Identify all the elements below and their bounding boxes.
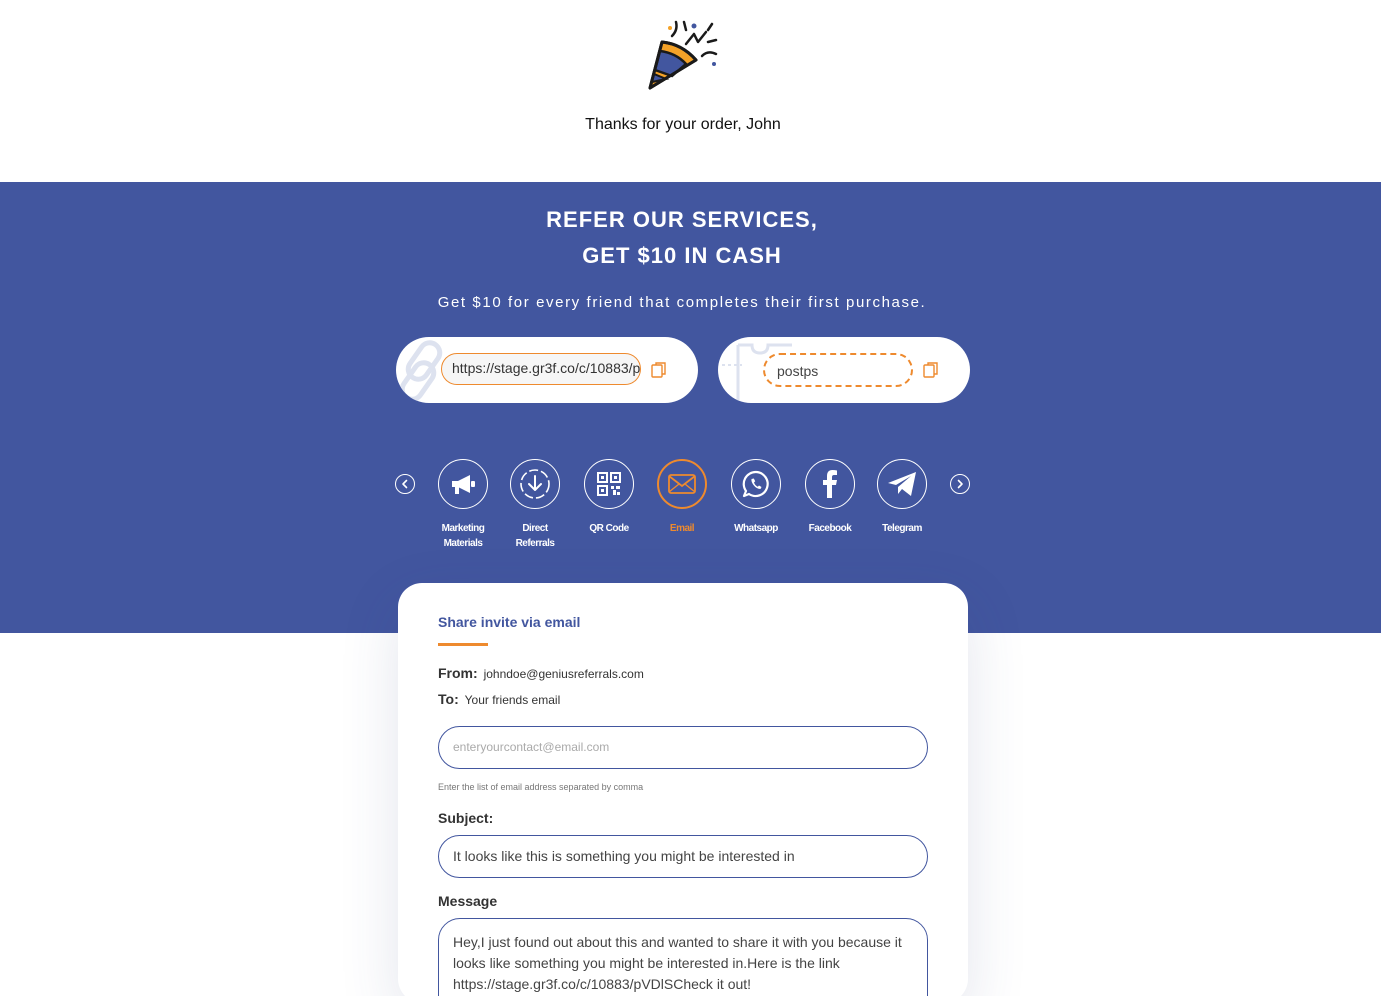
copy-link-icon[interactable]	[651, 361, 667, 379]
share-option-circle	[805, 459, 855, 509]
referral-link-field[interactable]: https://stage.gr3f.co/c/10883/pVDlS	[441, 353, 641, 385]
share-qr-code[interactable]: QR Code	[574, 459, 644, 536]
coupon-code-box: postps	[718, 337, 970, 403]
label-line-1: Direct	[522, 523, 548, 534]
copy-code-icon[interactable]	[923, 361, 939, 379]
share-option-label: Telegram	[867, 521, 937, 536]
recipient-email-input[interactable]: enteryourcontact@email.com	[438, 726, 928, 769]
share-option-circle	[584, 459, 634, 509]
share-facebook[interactable]: Facebook	[795, 459, 865, 536]
referral-banner: REFER OUR SERVICES, GET $10 IN CASH Get …	[0, 182, 1381, 633]
thank-you-page: Thanks for your order, John REFER OUR SE…	[0, 0, 1381, 996]
to-label: To:	[438, 691, 459, 707]
megaphone-icon	[452, 475, 475, 494]
share-telegram[interactable]: Telegram	[867, 459, 937, 536]
label-line-2: Materials	[443, 538, 483, 549]
carousel-next-button[interactable]	[950, 474, 970, 494]
referral-subheadline: Get $10 for every friend that completes …	[437, 294, 927, 311]
share-email[interactable]: Email	[647, 459, 717, 536]
from-label: From:	[438, 665, 478, 681]
email-card-title: Share invite via email	[438, 614, 581, 630]
share-whatsapp[interactable]: Whatsapp	[721, 459, 791, 536]
share-option-circle	[510, 459, 560, 509]
share-option-label: Email	[647, 521, 717, 536]
from-row: From: johndoe@geniusreferrals.com	[438, 665, 644, 681]
share-option-circle	[657, 459, 707, 509]
telegram-icon	[888, 472, 916, 496]
label-line-1: Email	[669, 523, 695, 534]
share-direct-referrals[interactable]: Direct Referrals	[500, 459, 570, 551]
whatsapp-icon	[742, 470, 769, 498]
qr-code-icon	[597, 472, 621, 496]
label-line-1: Whatsapp	[734, 523, 778, 534]
share-option-label: Marketing Materials	[428, 521, 498, 551]
party-popper-icon	[648, 20, 718, 90]
share-marketing-materials[interactable]: Marketing Materials	[428, 459, 498, 551]
label-line-1: Marketing	[441, 523, 485, 534]
label-line-1: QR Code	[589, 523, 629, 534]
chevron-right-icon	[957, 479, 963, 489]
label-line-1: Facebook	[808, 523, 852, 534]
label-line-2: Referrals	[515, 538, 555, 549]
share-option-label: QR Code	[574, 521, 644, 536]
referral-headline: REFER OUR SERVICES, GET $10 IN CASH	[0, 202, 1364, 274]
carousel-prev-button[interactable]	[395, 474, 415, 494]
to-value: Your friends email	[464, 693, 561, 707]
referral-link-box: https://stage.gr3f.co/c/10883/pVDlS	[396, 337, 698, 403]
subject-label: Subject:	[438, 810, 494, 826]
headline-line-1: REFER OUR SERVICES,	[546, 207, 818, 232]
message-label: Message	[438, 893, 498, 909]
share-option-circle	[438, 459, 488, 509]
title-underline	[438, 643, 488, 646]
subject-input[interactable]: It looks like this is something you migh…	[438, 835, 928, 878]
headline-line-2: GET $10 IN CASH	[582, 243, 782, 268]
label-line-1: Telegram	[882, 523, 922, 534]
email-share-card: Share invite via email From: johndoe@gen…	[398, 583, 968, 996]
coupon-code-field[interactable]: postps	[763, 353, 913, 387]
email-hint-text: Enter the list of email address separate…	[438, 782, 644, 792]
to-row: To: Your friends email	[438, 691, 560, 707]
chevron-left-icon	[402, 479, 408, 489]
share-option-label: Facebook	[795, 521, 865, 536]
facebook-icon	[823, 470, 837, 498]
share-option-circle	[877, 459, 927, 509]
message-textarea[interactable]: Hey,I just found out about this and want…	[438, 918, 928, 996]
header-section: Thanks for your order, John	[0, 0, 1381, 182]
envelope-icon	[668, 474, 696, 494]
share-option-label: Whatsapp	[721, 521, 791, 536]
thanks-message: Thanks for your order, John	[585, 116, 781, 133]
from-value: johndoe@geniusreferrals.com	[483, 667, 644, 681]
share-option-label: Direct Referrals	[500, 521, 570, 551]
download-icon	[520, 469, 550, 499]
share-option-circle	[731, 459, 781, 509]
